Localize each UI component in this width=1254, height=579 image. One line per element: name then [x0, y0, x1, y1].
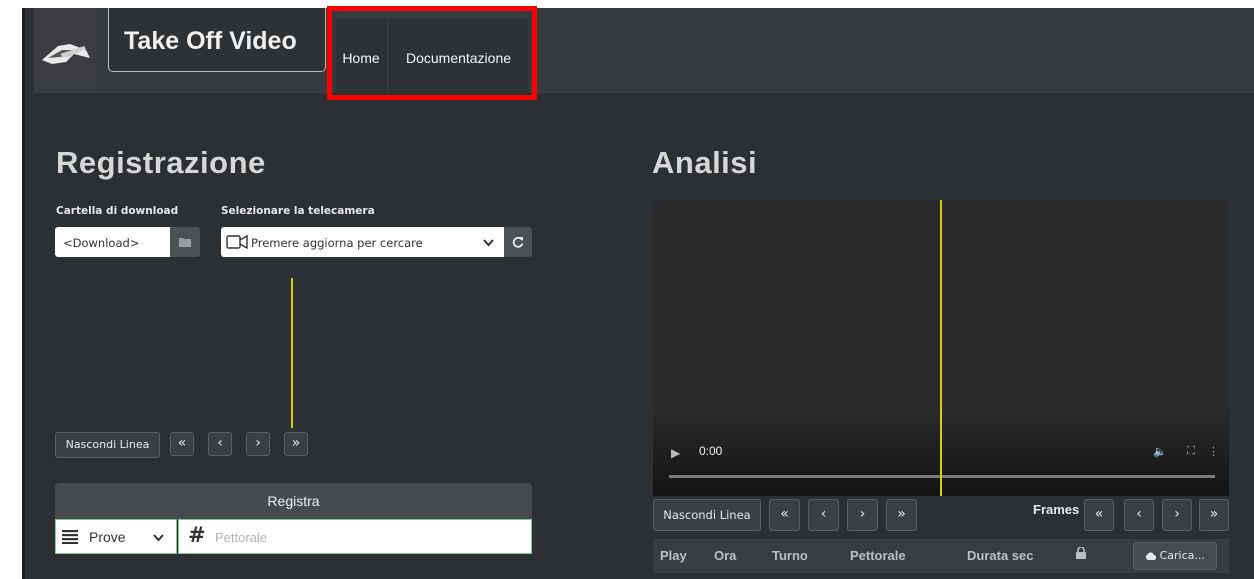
camera-select-value: Premere aggiorna per cercare	[251, 236, 423, 250]
hide-line-button-left[interactable]: Nascondi Linea	[55, 432, 160, 458]
brand-text: Take Off Video	[124, 27, 297, 55]
upload-button[interactable]: Carica...	[1133, 542, 1217, 570]
video-time: 0:00	[699, 444, 723, 458]
first-frame-button-right[interactable]: «	[769, 499, 800, 531]
navbar: Take Off Video Home Documentazione	[34, 6, 1254, 100]
refresh-icon	[512, 236, 524, 248]
download-folder-input[interactable]: <Download>	[55, 227, 170, 257]
top-margin	[0, 0, 1254, 8]
refresh-cameras-button[interactable]	[504, 227, 532, 257]
prev-frame-button-right[interactable]: ‹	[808, 499, 839, 531]
bib-placeholder: Pettorale	[215, 530, 268, 545]
play-icon[interactable]: ▶	[671, 446, 680, 460]
frames-label: Frames	[1033, 502, 1080, 517]
fullscreen-icon[interactable]: ⛶	[1187, 444, 1195, 458]
last-frame-button-right[interactable]: »	[886, 499, 917, 531]
guide-line-right[interactable]	[940, 200, 942, 496]
prev-frame-button-left[interactable]: ‹	[208, 432, 232, 456]
next-frame-button-right[interactable]: ›	[847, 499, 878, 531]
bib-input[interactable]: # Pettorale	[178, 519, 532, 554]
more-icon[interactable]: ⋮	[1208, 445, 1219, 458]
last-frame-button-left[interactable]: »	[284, 432, 308, 456]
mode-select-value: Prove	[89, 529, 126, 545]
guide-line-left[interactable]	[291, 278, 293, 428]
col-ora[interactable]: Ora	[714, 548, 736, 563]
volume-icon[interactable]: 🔈	[1153, 445, 1167, 458]
lock-icon	[1076, 547, 1086, 559]
browse-folder-button[interactable]	[170, 227, 200, 257]
analysis-title: Analisi	[652, 145, 758, 180]
hide-line-button-right[interactable]: Nascondi Linea	[653, 499, 761, 531]
chevron-down-icon	[153, 534, 164, 542]
next-frame-button-left[interactable]: ›	[246, 432, 270, 456]
highlight-box	[327, 6, 537, 100]
frames-prev-button[interactable]: ‹	[1124, 499, 1154, 531]
video-player[interactable]: ▶ 0:00 🔈 ⛶ ⋮	[653, 200, 1229, 496]
registration-title: Registrazione	[56, 145, 266, 180]
camera-select[interactable]: Premere aggiorna per cercare	[221, 227, 504, 257]
chevron-down-icon	[483, 239, 494, 247]
record-button[interactable]: Registra	[55, 483, 532, 519]
frames-first-button[interactable]: «	[1084, 499, 1114, 531]
video-progress-bar[interactable]	[669, 475, 1215, 478]
logo-cell	[34, 8, 96, 93]
download-folder-label: Cartella di download	[56, 205, 179, 217]
upload-label: Carica...	[1159, 549, 1205, 562]
frames-next-button[interactable]: ›	[1162, 499, 1192, 531]
mode-select[interactable]: Prove	[55, 519, 177, 554]
camera-icon	[226, 235, 248, 249]
col-turno[interactable]: Turno	[772, 548, 808, 563]
frames-last-button[interactable]: »	[1199, 499, 1229, 531]
cloud-upload-icon	[1146, 552, 1157, 561]
col-durata[interactable]: Durata sec	[967, 548, 1033, 563]
app-window: Take Off Video Home Documentazione Regis…	[22, 6, 1254, 579]
camera-select-label: Selezionare la telecamera	[221, 205, 375, 217]
first-frame-button-left[interactable]: «	[170, 432, 194, 456]
folder-icon	[179, 238, 191, 247]
window-edge	[22, 8, 25, 579]
hash-icon: #	[188, 523, 206, 547]
list-icon	[62, 530, 78, 544]
brand-title[interactable]: Take Off Video	[108, 8, 326, 72]
col-pettorale[interactable]: Pettorale	[850, 548, 906, 563]
col-play[interactable]: Play	[660, 548, 687, 563]
results-table-header: Play Ora Turno Pettorale Durata sec Cari…	[653, 539, 1229, 573]
logo-icon	[42, 44, 90, 64]
